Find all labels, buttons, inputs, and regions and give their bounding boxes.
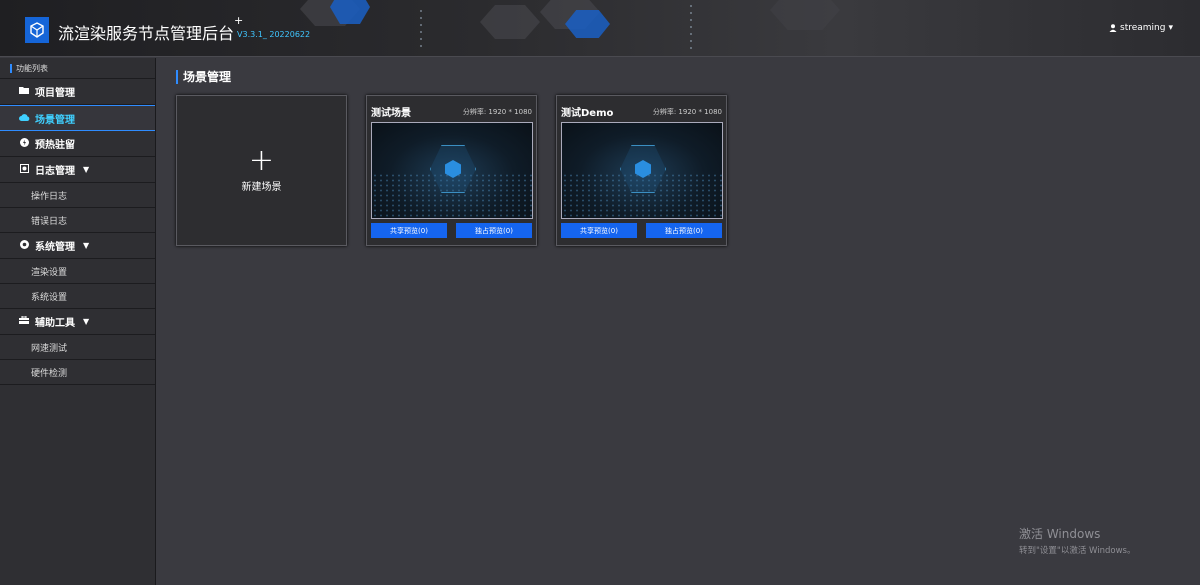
user-icon (1109, 24, 1117, 32)
sidebar-item-label: 系统管理 (35, 242, 75, 253)
new-scene-label: 新建场景 (241, 182, 282, 193)
version-label: V3.3.1_ 20220622 (237, 30, 311, 39)
sidebar-item-error-log[interactable]: 错误日志 (0, 208, 155, 233)
sidebar-item-label: 场景管理 (35, 114, 75, 126)
sidebar-item-label: 预热驻留 (35, 140, 75, 151)
scene-resolution: 分辨率: 1920 * 1080 (652, 107, 722, 116)
sidebar-item-operation-log[interactable]: 操作日志 (0, 183, 155, 208)
sidebar-item-tools[interactable]: 辅助工具 ▼ (0, 309, 155, 335)
sidebar-item-render-settings[interactable]: 渲染设置 (0, 259, 155, 284)
scene-thumbnail[interactable] (561, 122, 723, 219)
chevron-down-icon: ▾ (1168, 23, 1173, 33)
folder-icon (18, 86, 30, 97)
exclusive-preview-button[interactable]: 独占预览(0) (646, 223, 722, 238)
gear-icon (18, 239, 30, 252)
title-plus-mark: + (234, 14, 244, 27)
user-menu[interactable]: streaming ▾ (1109, 23, 1173, 33)
sidebar-item-label: 项目管理 (35, 88, 75, 99)
sidebar-item-hardware-check[interactable]: 硬件检测 (0, 360, 155, 385)
cloud-icon (18, 113, 30, 124)
sidebar-item-label: 日志管理 (35, 166, 75, 177)
sidebar: 功能列表 项目管理 场景管理 预热驻留 日志管理 ▼ 操作日志 错误日志 系统管… (0, 58, 156, 585)
page-title-label: 场景管理 (183, 70, 232, 84)
scene-thumbnail[interactable] (371, 122, 533, 219)
log-icon (18, 163, 30, 176)
sidebar-item-log[interactable]: 日志管理 ▼ (0, 157, 155, 183)
scene-name: 测试Demo (561, 108, 614, 119)
scene-card[interactable]: 测试场景 分辨率: 1920 * 1080 共享预览(0) 独占预览(0) (366, 95, 537, 246)
title-accent (176, 69, 178, 84)
sidebar-item-project[interactable]: 项目管理 (0, 79, 155, 105)
power-icon (18, 137, 30, 150)
toolbox-icon (18, 315, 30, 327)
sidebar-item-speed-test[interactable]: 网速测试 (0, 335, 155, 360)
scene-name: 测试场景 (371, 108, 411, 119)
plus-icon: + (248, 143, 275, 178)
scene-resolution: 分辨率: 1920 * 1080 (462, 107, 532, 116)
exclusive-preview-button[interactable]: 独占预览(0) (456, 223, 532, 238)
logo-icon (25, 17, 49, 43)
scene-card[interactable]: 测试Demo 分辨率: 1920 * 1080 共享预览(0) 独占预览(0) (556, 95, 727, 246)
new-scene-card[interactable]: + 新建场景 (176, 95, 347, 246)
heading-accent (10, 63, 12, 73)
sidebar-item-scene[interactable]: 场景管理 (0, 105, 155, 131)
user-name: streaming (1120, 23, 1166, 33)
app-title: 流渲染服务节点管理后台 (58, 24, 235, 43)
watermark-line1: 激活 Windows (1019, 527, 1101, 541)
share-preview-button[interactable]: 共享预览(0) (371, 223, 447, 238)
sidebar-heading: 功能列表 (0, 58, 155, 79)
page-title: 场景管理 (176, 68, 231, 85)
sidebar-item-label: 辅助工具 (35, 318, 75, 329)
decor-hex (480, 5, 540, 39)
watermark-line2: 转到"设置"以激活 Windows。 (1019, 546, 1136, 556)
sidebar-item-system[interactable]: 系统管理 ▼ (0, 233, 155, 259)
decor-dots (690, 5, 692, 50)
windows-activation-watermark: 激活 Windows 转到"设置"以激活 Windows。 (1019, 525, 1135, 556)
top-header: 流渲染服务节点管理后台 + V3.3.1_ 20220622 streaming… (0, 0, 1200, 57)
share-preview-button[interactable]: 共享预览(0) (561, 223, 637, 238)
decor-hex (770, 0, 840, 30)
sidebar-item-preheat[interactable]: 预热驻留 (0, 131, 155, 157)
sidebar-heading-label: 功能列表 (16, 63, 48, 73)
decor-dots (420, 10, 422, 50)
chevron-down-icon: ▼ (83, 241, 90, 250)
sidebar-item-system-settings[interactable]: 系统设置 (0, 284, 155, 309)
main-content: 场景管理 + 新建场景 测试场景 分辨率: 1920 * 1080 共享预览(0… (157, 58, 1200, 585)
chevron-down-icon: ▼ (83, 317, 90, 326)
chevron-down-icon: ▼ (83, 165, 90, 174)
